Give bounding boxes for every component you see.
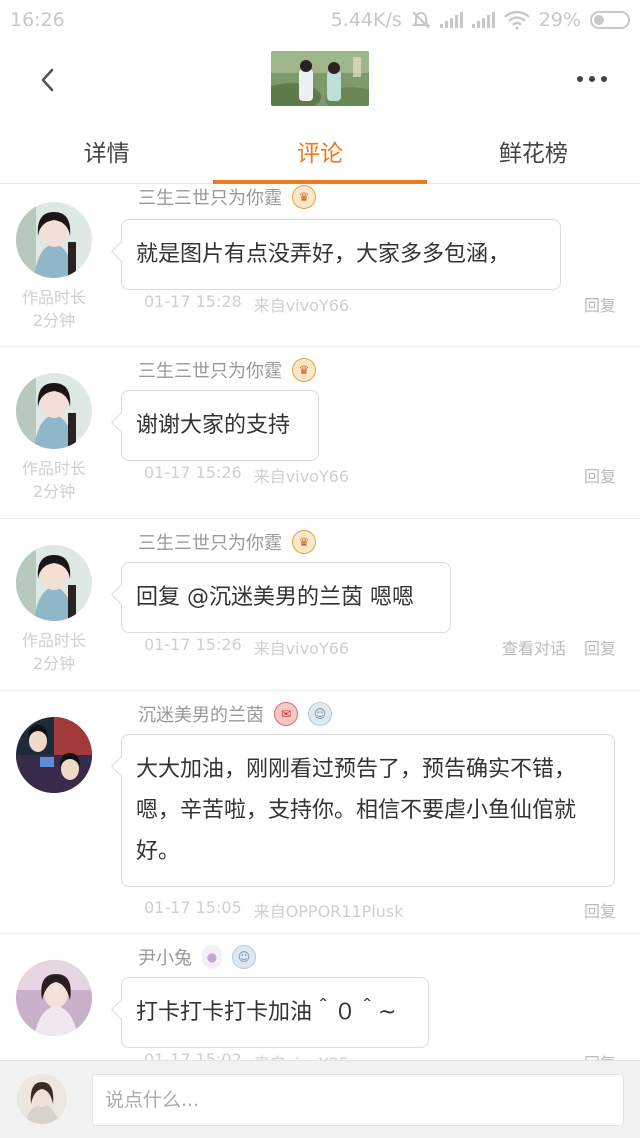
reply-button[interactable]: 回复: [584, 292, 616, 316]
tab-details[interactable]: 详情: [0, 118, 213, 183]
more-button[interactable]: [572, 64, 612, 94]
author-avatar[interactable]: [16, 717, 92, 793]
comment-source: 来自vivoY66: [253, 639, 349, 658]
status-bar: 16:26 5.44K/s 29%: [0, 0, 640, 40]
author-name[interactable]: 尹小兔: [138, 944, 192, 970]
comment-bubble: 谢谢大家的支持: [121, 390, 319, 461]
comment-time: 01-17 15:02: [144, 1050, 242, 1060]
my-avatar[interactable]: [17, 1074, 67, 1124]
reply-button[interactable]: 回复: [584, 635, 616, 659]
battery-percent: 29%: [538, 9, 581, 31]
reply-button[interactable]: 回复: [584, 1050, 616, 1060]
comment-item: 作品时长 2分钟 三生三世只为你霆 ♛ 谢谢大家的支持 01-17 15:26 …: [0, 347, 640, 519]
cover-thumbnail[interactable]: [271, 51, 369, 106]
play-duration: 作品时长 2分钟: [21, 631, 86, 673]
egg-badge-icon: ●: [202, 945, 222, 969]
comment-input-bar: [0, 1060, 640, 1138]
comment-time: 01-17 15:26: [144, 463, 242, 482]
comment-time: 01-17 15:26: [144, 635, 242, 654]
header: [0, 40, 640, 118]
comment-list[interactable]: 作品时长 2分钟 三生三世只为你霆 ♛ 就是图片有点没弄好，大家多多包涵， 01…: [0, 184, 640, 1060]
comment-item: 作品时长 2分钟 三生三世只为你霆 ♛ 回复 @沉迷美男的兰茵 嗯嗯 01-17…: [0, 519, 640, 691]
reply-button[interactable]: 回复: [584, 898, 616, 922]
comment-bubble: 回复 @沉迷美男的兰茵 嗯嗯: [121, 562, 451, 633]
tab-comments[interactable]: 评论: [213, 118, 427, 184]
comment-meta: 01-17 15:26 来自vivoY66: [144, 463, 349, 487]
comment-meta: 01-17 15:26 来自vivoY66: [144, 635, 349, 659]
signal-icon-1: [439, 12, 463, 28]
author-avatar[interactable]: [16, 202, 92, 278]
medal-badge-icon: ✉: [274, 702, 298, 726]
network-speed: 5.44K/s: [330, 9, 402, 31]
comment-meta: 01-17 15:05 来自OPPOR11Plusk: [144, 898, 404, 922]
vip-crown-icon: ♛: [292, 358, 316, 382]
more-dots-icon: [577, 76, 583, 82]
status-time: 16:26: [10, 9, 65, 31]
comment-bubble: 就是图片有点没弄好，大家多多包涵，: [121, 219, 561, 290]
comment-bubble: 打卡打卡打卡加油＾０＾~: [121, 977, 429, 1048]
view-conversation-button[interactable]: 查看对话: [502, 635, 566, 659]
author-name[interactable]: 沉迷美男的兰茵: [138, 701, 264, 727]
comment-time: 01-17 15:28: [144, 292, 242, 311]
vip-crown-icon: ♛: [292, 185, 316, 209]
author-name[interactable]: 三生三世只为你霆: [138, 357, 282, 383]
comment-item: 沉迷美男的兰茵 ✉ ☺ 大大加油，刚刚看过预告了，预告确实不错，嗯，辛苦啦，支持…: [0, 691, 640, 934]
comment-item: 作品时长 2分钟 三生三世只为你霆 ♛ 就是图片有点没弄好，大家多多包涵， 01…: [0, 184, 640, 347]
play-duration: 作品时长 2分钟: [21, 459, 86, 501]
comment-source: 来自vivoY66: [253, 467, 349, 486]
comment-time: 01-17 15:05: [144, 898, 242, 917]
chevron-left-icon: [41, 68, 54, 92]
vip-crown-icon: ♛: [292, 530, 316, 554]
fan-avatar-badge-icon: ☺: [232, 945, 256, 969]
comment-source: 来自vivoY35: [254, 1050, 349, 1060]
author-avatar[interactable]: [16, 960, 92, 1036]
author-name[interactable]: 三生三世只为你霆: [138, 529, 282, 555]
play-duration: 作品时长 2分钟: [21, 288, 86, 330]
wifi-icon: [503, 10, 530, 30]
back-button[interactable]: [28, 60, 68, 100]
comment-bubble: 大大加油，刚刚看过预告了，预告确实不错，嗯，辛苦啦，支持你。相信不要虐小鱼仙倌就…: [121, 734, 615, 887]
reply-button[interactable]: 回复: [584, 463, 616, 487]
alarm-off-icon: [411, 11, 431, 29]
fan-avatar-badge-icon: ☺: [308, 702, 332, 726]
tab-flower-ranking[interactable]: 鲜花榜: [427, 118, 640, 183]
author-avatar[interactable]: [16, 545, 92, 621]
battery-icon: [590, 11, 630, 29]
comment-meta: 01-17 15:28 来自vivoY66: [144, 292, 349, 316]
author-name[interactable]: 三生三世只为你霆: [138, 184, 282, 210]
signal-icon-2: [471, 12, 495, 28]
comment-input[interactable]: [92, 1074, 624, 1126]
tab-bar: 详情 评论 鲜花榜: [0, 118, 640, 184]
author-avatar[interactable]: [16, 373, 92, 449]
comment-item: 尹小兔 ● ☺ 打卡打卡打卡加油＾０＾~ 01-17 15:02 来自vivoY…: [0, 934, 640, 1060]
comment-source: 来自OPPOR11Plusk: [253, 902, 404, 921]
comment-source: 来自vivoY66: [253, 296, 349, 315]
comment-meta: 01-17 15:02 来自vivoY35: [144, 1050, 349, 1060]
